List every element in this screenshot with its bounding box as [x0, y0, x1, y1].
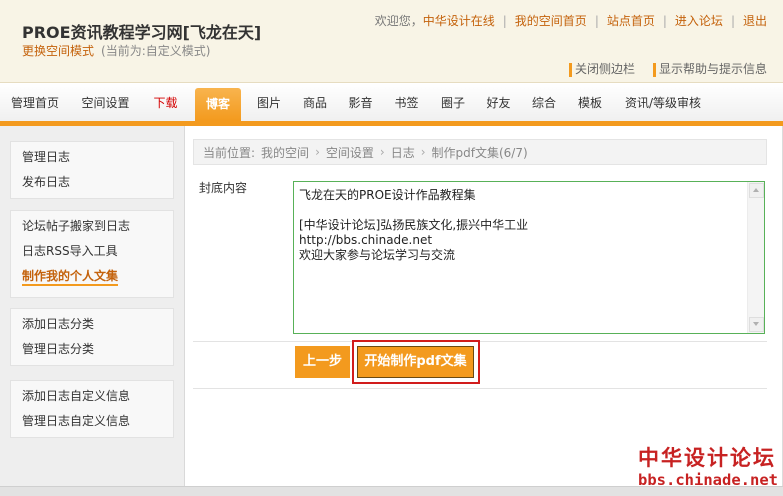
sidebar-item-manage-categories[interactable]: 管理日志分类 — [22, 337, 173, 362]
sidebar-item-label: 管理日志自定义信息 — [22, 414, 131, 428]
tab-friends[interactable]: 好友 — [476, 83, 521, 121]
tab-label: 好友 — [486, 96, 511, 110]
sidebar-group-tools: 论坛帖子搬家到日志 日志RSS导入工具 制作我的个人文集 — [10, 210, 174, 298]
tab-circles[interactable]: 圈子 — [430, 83, 476, 121]
logout-link[interactable]: 退出 — [743, 13, 767, 29]
breadcrumb: 当前位置: 我的空间 › 空间设置 › 日志 › 制作pdf文集(6/7) — [193, 139, 767, 165]
tab-label: 资讯/等级审核 — [624, 96, 702, 110]
tab-label: 商品 — [302, 96, 327, 110]
tab-space-settings[interactable]: 空间设置 — [70, 83, 141, 121]
tab-templates[interactable]: 模板 — [567, 83, 613, 121]
current-mode-text: (当前为:自定义模式) — [101, 44, 211, 58]
sidebar-item-label: 管理日志 — [22, 150, 71, 164]
sidebar-item-label: 发布日志 — [22, 175, 71, 189]
tab-bookmarks[interactable]: 书签 — [383, 83, 430, 121]
breadcrumb-my-space[interactable]: 我的空间 — [261, 144, 309, 161]
sidebar-item-label: 添加日志自定义信息 — [22, 389, 131, 403]
sidebar-item-label: 论坛帖子搬家到日志 — [22, 219, 131, 233]
breadcrumb-separator: › — [420, 145, 426, 159]
sidebar-item-label: 日志RSS导入工具 — [22, 244, 118, 258]
start-make-pdf-button[interactable]: 开始制作pdf文集 — [357, 346, 474, 378]
main-content: 当前位置: 我的空间 › 空间设置 › 日志 › 制作pdf文集(6/7) 封底… — [185, 126, 783, 486]
back-cover-label: 封底内容 — [199, 181, 248, 195]
sidebar-item-post-blog[interactable]: 发布日志 — [22, 170, 173, 195]
tab-media[interactable]: 影音 — [338, 83, 383, 121]
space-header: PROE资讯教程学习网[飞龙在天] 更换空间模式 (当前为:自定义模式) 欢迎您… — [0, 0, 783, 83]
sidebar-item-label: 添加日志分类 — [22, 317, 95, 331]
main-nav: 管理首页 空间设置 下载 博客 图片 商品 影音 书签 圈子 好友 综合 模板 … — [0, 83, 783, 121]
username-link[interactable]: 中华设计在线 — [423, 13, 495, 29]
breadcrumb-blog[interactable]: 日志 — [391, 144, 415, 161]
show-help-toggle[interactable]: 显示帮助与提示信息 — [652, 62, 767, 77]
tab-general[interactable]: 综合 — [521, 83, 567, 121]
sidebar-item-make-collection[interactable]: 制作我的个人文集 — [22, 264, 173, 289]
close-sidebar-toggle[interactable]: 关闭侧边栏 — [568, 62, 635, 77]
tab-goods[interactable]: 商品 — [292, 83, 338, 121]
divider — [193, 388, 767, 389]
sidebar-group-blog: 管理日志 发布日志 — [10, 141, 174, 199]
sidebar-item-add-custom-info[interactable]: 添加日志自定义信息 — [22, 384, 173, 409]
tab-label: 综合 — [531, 96, 556, 110]
breadcrumb-space-settings[interactable]: 空间设置 — [326, 144, 374, 161]
previous-step-button[interactable]: 上一步 — [295, 346, 350, 378]
show-help-label: 显示帮助与提示信息 — [658, 62, 767, 76]
scrollbar-track[interactable] — [748, 199, 764, 316]
welcome-text: 欢迎您， — [374, 14, 423, 28]
close-sidebar-label: 关闭侧边栏 — [574, 62, 635, 76]
back-cover-field: 飞龙在天的PROE设计作品教程集 [中华设计论坛]弘扬民族文化,振兴中华工业 h… — [293, 181, 765, 334]
sidebar-item-label: 管理日志分类 — [22, 342, 95, 356]
sidebar-item-add-category[interactable]: 添加日志分类 — [22, 312, 173, 337]
textarea-scrollbar[interactable] — [747, 182, 764, 333]
breadcrumb-current: 制作pdf文集(6/7) — [431, 145, 528, 160]
space-mode-line: 更换空间模式 (当前为:自定义模式) — [22, 43, 210, 59]
tab-pictures[interactable]: 图片 — [246, 83, 292, 121]
tab-label: 圈子 — [440, 96, 465, 110]
tab-label: 图片 — [256, 96, 281, 110]
change-space-mode-link[interactable]: 更换空间模式 — [22, 43, 94, 59]
tab-blog[interactable]: 博客 — [190, 83, 246, 121]
tab-label: 下载 — [153, 96, 178, 110]
tab-label: 模板 — [577, 96, 602, 110]
link-separator: | — [662, 14, 667, 28]
tab-label: 影音 — [348, 96, 373, 110]
tab-news-level-review[interactable]: 资讯/等级审核 — [613, 83, 713, 121]
tab-manage-home[interactable]: 管理首页 — [0, 83, 70, 121]
scroll-down-arrow-icon[interactable] — [749, 317, 764, 332]
link-separator: | — [502, 14, 507, 28]
breadcrumb-prefix: 当前位置: — [203, 145, 256, 160]
sidebar-item-manage-custom-info[interactable]: 管理日志自定义信息 — [22, 409, 173, 434]
sidebar: 管理日志 发布日志 论坛帖子搬家到日志 日志RSS导入工具 制作我的个人文集 添… — [0, 126, 185, 486]
my-space-home-link[interactable]: 我的空间首页 — [515, 13, 587, 29]
site-title: PROE资讯教程学习网[飞龙在天] — [22, 23, 262, 42]
breadcrumb-separator: › — [315, 145, 320, 159]
marker-bar-icon — [568, 62, 572, 77]
breadcrumb-separator: › — [379, 145, 385, 159]
marker-bar-icon — [652, 62, 656, 77]
divider — [193, 341, 767, 342]
sidebar-group-categories: 添加日志分类 管理日志分类 — [10, 308, 174, 366]
tab-label: 管理首页 — [10, 96, 59, 110]
back-cover-textarea[interactable]: 飞龙在天的PROE设计作品教程集 [中华设计论坛]弘扬民族文化,振兴中华工业 h… — [294, 182, 764, 333]
site-home-link[interactable]: 站点首页 — [607, 13, 655, 29]
tab-label: 博客 — [195, 88, 241, 121]
sidebar-item-rss-import[interactable]: 日志RSS导入工具 — [22, 239, 173, 264]
header-toggles: 关闭侧边栏 显示帮助与提示信息 — [568, 62, 767, 77]
space-manage-page: PROE资讯教程学习网[飞龙在天] 更换空间模式 (当前为:自定义模式) 欢迎您… — [0, 0, 783, 496]
sidebar-item-label: 制作我的个人文集 — [22, 268, 119, 286]
link-separator: | — [594, 14, 599, 28]
scroll-up-arrow-icon[interactable] — [749, 183, 764, 198]
sidebar-item-move-forum-posts[interactable]: 论坛帖子搬家到日志 — [22, 214, 173, 239]
link-separator: | — [730, 14, 735, 28]
watermark-forum-name: 中华设计论坛 — [638, 446, 776, 470]
top-links: 欢迎您， 中华设计在线 | 我的空间首页 | 站点首页 | 进入论坛 | 退出 — [375, 13, 767, 29]
sidebar-group-custom-info: 添加日志自定义信息 管理日志自定义信息 — [10, 380, 174, 438]
watermark-url: bbs.chinade.net — [638, 471, 778, 489]
sidebar-item-manage-blogs[interactable]: 管理日志 — [22, 145, 173, 170]
tab-download[interactable]: 下载 — [141, 83, 190, 121]
watermark: 中华设计论坛 bbs.chinade.net — [634, 446, 783, 496]
tab-label: 空间设置 — [81, 96, 130, 110]
enter-forum-link[interactable]: 进入论坛 — [675, 13, 723, 29]
tab-label: 书签 — [394, 96, 419, 110]
